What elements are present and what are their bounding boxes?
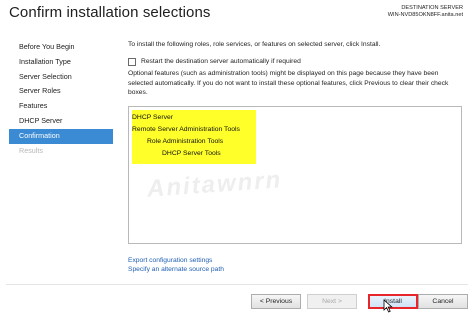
cancel-button[interactable]: Cancel (418, 294, 468, 309)
export-configuration-link[interactable]: Export configuration settings (128, 257, 212, 264)
intro-text: To install the following roles, role ser… (128, 41, 381, 48)
destination-server-name: WIN-NVD85OKN8FF.anita.net (387, 12, 463, 18)
nav-item-results: Results (19, 145, 43, 155)
nav-item-server-roles[interactable]: Server Roles (9, 84, 113, 99)
footer-divider (6, 284, 468, 285)
page-title: Confirm installation selections (9, 4, 211, 21)
optional-features-text: Optional features (such as administratio… (128, 70, 449, 97)
nav-item-installation-type[interactable]: Installation Type (9, 55, 113, 70)
alternate-source-link[interactable]: Specify an alternate source path (128, 266, 224, 273)
next-button: Next > (307, 294, 357, 309)
previous-button[interactable]: < Previous (251, 294, 301, 309)
nav-item-features[interactable]: Features (9, 99, 113, 114)
restart-label[interactable]: Restart the destination server automatic… (141, 57, 301, 67)
restart-option[interactable]: Restart the destination server automatic… (128, 57, 301, 67)
feature-item: DHCP Server Tools (162, 150, 221, 157)
nav-item-confirmation[interactable]: Confirmation (9, 128, 113, 144)
nav-item-server-selection[interactable]: Server Selection (9, 70, 113, 85)
destination-server-info: DESTINATION SERVER WIN-NVD85OKN8FF.anita… (388, 5, 463, 19)
nav-item-before-you-begin[interactable]: Before You Begin (9, 40, 113, 55)
feature-item: Role Administration Tools (147, 138, 224, 145)
nav-item-dhcp-server[interactable]: DHCP Server (9, 114, 113, 129)
feature-item: DHCP Server (132, 114, 174, 121)
install-button[interactable]: Install (368, 294, 418, 309)
mouse-cursor-icon (383, 299, 393, 313)
feature-item: Remote Server Administration Tools (132, 126, 240, 133)
restart-checkbox[interactable] (128, 57, 136, 66)
wizard-nav: Before You Begin Installation Type Serve… (9, 40, 113, 158)
destination-label: DESTINATION SERVER (401, 5, 463, 11)
